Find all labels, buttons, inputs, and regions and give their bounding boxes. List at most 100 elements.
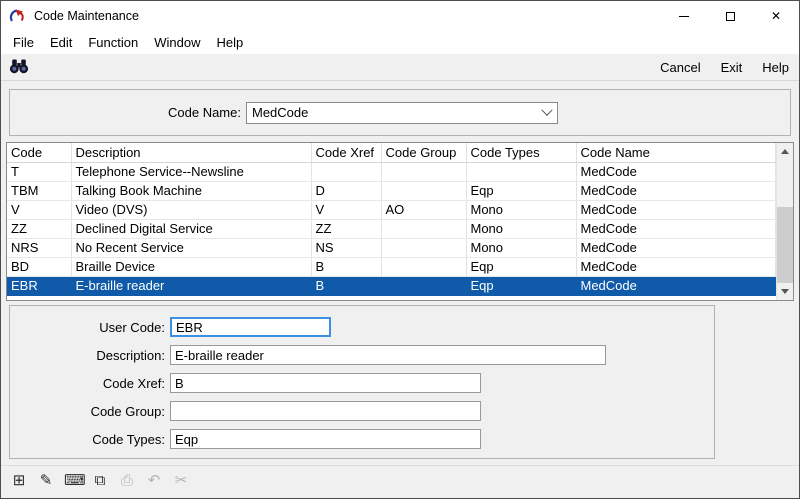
table-cell[interactable]: BD xyxy=(7,257,71,276)
table-cell[interactable]: Braille Device xyxy=(71,257,311,276)
table-cell[interactable] xyxy=(381,181,466,200)
table-cell[interactable]: B xyxy=(311,257,381,276)
column-header[interactable]: Description xyxy=(71,143,311,162)
code-group-input[interactable] xyxy=(170,401,481,421)
table-row[interactable]: ZZDeclined Digital ServiceZZ MonoMedCode xyxy=(7,219,776,238)
maximize-button[interactable] xyxy=(707,1,753,31)
column-header[interactable]: Code Group xyxy=(381,143,466,162)
grid-scrollbar[interactable] xyxy=(776,143,793,300)
table-cell[interactable]: Talking Book Machine xyxy=(71,181,311,200)
table-cell[interactable]: V xyxy=(311,200,381,219)
close-button[interactable]: ✕ xyxy=(753,1,799,31)
table-cell[interactable] xyxy=(381,162,466,181)
table-cell[interactable]: MedCode xyxy=(576,257,776,276)
table-cell[interactable]: ZZ xyxy=(7,219,71,238)
code-types-field-row: Code Types: xyxy=(10,429,714,449)
scroll-up-button[interactable] xyxy=(777,143,793,160)
add-record-icon[interactable]: ⊞ xyxy=(10,472,28,490)
table-cell[interactable]: E-braille reader xyxy=(71,276,311,295)
window-controls: ✕ xyxy=(661,1,799,31)
table-cell[interactable]: Mono xyxy=(466,200,576,219)
keyboard-entry-icon[interactable]: ⌨ xyxy=(64,472,82,490)
codes-grid: CodeDescriptionCode XrefCode GroupCode T… xyxy=(6,142,794,301)
table-cell[interactable]: Eqp xyxy=(466,257,576,276)
table-cell[interactable]: MedCode xyxy=(576,162,776,181)
table-cell[interactable] xyxy=(381,257,466,276)
delete-record-icon: ✂ xyxy=(172,472,190,490)
help-button[interactable]: Help xyxy=(762,60,789,75)
grid-body: TTelephone Service--NewslineMedCodeTBMTa… xyxy=(7,162,776,295)
table-cell[interactable]: Eqp xyxy=(466,181,576,200)
column-header[interactable]: Code Types xyxy=(466,143,576,162)
table-cell[interactable]: Telephone Service--Newsline xyxy=(71,162,311,181)
table-cell[interactable]: ZZ xyxy=(311,219,381,238)
titlebar[interactable]: Code Maintenance ✕ xyxy=(1,1,799,31)
menu-help[interactable]: Help xyxy=(208,31,251,54)
column-header[interactable]: Code Xref xyxy=(311,143,381,162)
table-cell[interactable]: No Recent Service xyxy=(71,238,311,257)
detail-panel: User Code: Description: Code Xref: Code … xyxy=(9,305,715,459)
description-field-row: Description: xyxy=(10,345,714,365)
scroll-down-button[interactable] xyxy=(777,283,793,300)
table-row[interactable]: TTelephone Service--Newsline MedCode xyxy=(7,162,776,181)
code-maintenance-window: Code Maintenance ✕ File Edit Function Wi… xyxy=(0,0,800,499)
table-cell[interactable]: Mono xyxy=(466,219,576,238)
undo-icon: ↶ xyxy=(145,472,163,490)
code-group-field-row: Code Group: xyxy=(10,401,714,421)
code-xref-input[interactable] xyxy=(170,373,481,393)
table-cell[interactable] xyxy=(381,219,466,238)
user-code-input[interactable] xyxy=(170,317,331,337)
menu-file[interactable]: File xyxy=(5,31,42,54)
table-row[interactable]: NRSNo Recent ServiceNS MonoMedCode xyxy=(7,238,776,257)
minimize-button[interactable] xyxy=(661,1,707,31)
table-cell[interactable] xyxy=(466,162,576,181)
table-cell[interactable]: Video (DVS) xyxy=(71,200,311,219)
table-cell[interactable]: D xyxy=(311,181,381,200)
column-header[interactable]: Code xyxy=(7,143,71,162)
menu-window[interactable]: Window xyxy=(146,31,208,54)
table-cell[interactable] xyxy=(311,162,381,181)
table-cell[interactable]: MedCode xyxy=(576,238,776,257)
code-types-input[interactable] xyxy=(170,429,481,449)
code-name-combobox[interactable]: MedCode xyxy=(246,102,558,124)
table-cell[interactable]: MedCode xyxy=(576,276,776,295)
table-row[interactable]: TBMTalking Book MachineD EqpMedCode xyxy=(7,181,776,200)
scrollbar-thumb[interactable] xyxy=(777,207,793,283)
table-cell[interactable]: NRS xyxy=(7,238,71,257)
cancel-button[interactable]: Cancel xyxy=(660,60,700,75)
table-cell[interactable]: AO xyxy=(381,200,466,219)
app-logo-icon xyxy=(9,8,27,24)
table-cell[interactable]: TBM xyxy=(7,181,71,200)
menu-function[interactable]: Function xyxy=(80,31,146,54)
code-types-label: Code Types: xyxy=(10,432,170,447)
table-cell[interactable]: Mono xyxy=(466,238,576,257)
table-cell[interactable]: B xyxy=(311,276,381,295)
find-button[interactable] xyxy=(9,56,33,78)
code-name-label: Code Name: xyxy=(168,105,241,120)
table-cell[interactable]: V xyxy=(7,200,71,219)
table-row[interactable]: BDBraille DeviceB EqpMedCode xyxy=(7,257,776,276)
table-cell[interactable] xyxy=(381,238,466,257)
table-cell[interactable] xyxy=(381,276,466,295)
chevron-down-icon[interactable] xyxy=(537,103,557,123)
description-label: Description: xyxy=(10,348,170,363)
table-cell[interactable]: MedCode xyxy=(576,181,776,200)
edit-record-icon[interactable]: ✎ xyxy=(37,472,55,490)
scrollbar-track[interactable] xyxy=(777,160,793,283)
table-cell[interactable]: T xyxy=(7,162,71,181)
user-code-field-row: User Code: xyxy=(10,317,714,337)
exit-button[interactable]: Exit xyxy=(721,60,743,75)
table-row[interactable]: VVideo (DVS)VAOMonoMedCode xyxy=(7,200,776,219)
copy-record-icon[interactable]: ⧉ xyxy=(91,472,109,490)
menu-edit[interactable]: Edit xyxy=(42,31,80,54)
table-cell[interactable]: Eqp xyxy=(466,276,576,295)
table-cell[interactable]: EBR xyxy=(7,276,71,295)
table-cell[interactable]: Declined Digital Service xyxy=(71,219,311,238)
table-cell[interactable]: NS xyxy=(311,238,381,257)
column-header[interactable]: Code Name xyxy=(576,143,776,162)
table-cell[interactable]: MedCode xyxy=(576,219,776,238)
table-cell[interactable]: MedCode xyxy=(576,200,776,219)
description-input[interactable] xyxy=(170,345,606,365)
code-name-panel: Code Name: MedCode xyxy=(9,89,791,136)
table-row[interactable]: EBRE-braille readerB EqpMedCode xyxy=(7,276,776,295)
